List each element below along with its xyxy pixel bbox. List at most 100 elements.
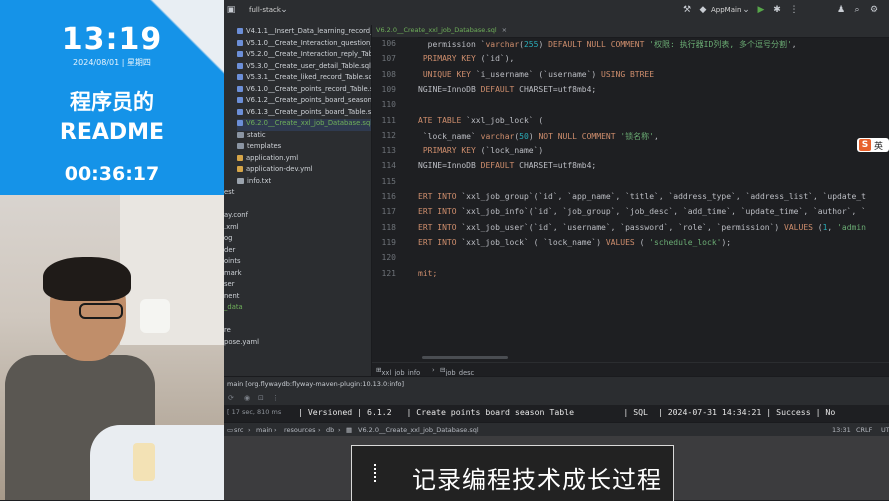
- code-line[interactable]: mit;: [418, 269, 437, 278]
- user-icon[interactable]: ♟: [836, 5, 846, 15]
- status-path-item[interactable]: src: [234, 426, 244, 434]
- tree-item[interactable]: pose.yaml: [224, 338, 371, 350]
- build-hammer-icon[interactable]: ⚒: [682, 5, 692, 15]
- tree-item[interactable]: est: [224, 188, 371, 200]
- code-line[interactable]: ERT INTO `xxl_job_user`(`id`, `username`…: [418, 223, 866, 232]
- line-number: 114: [381, 161, 396, 171]
- project-icon[interactable]: ▣: [226, 5, 236, 15]
- tree-item[interactable]: application.yml: [237, 154, 371, 166]
- sql-file-icon: [237, 62, 243, 69]
- console-output[interactable]: [ 17 sec, 810 ms | Versioned | 6.1.2 | C…: [224, 405, 889, 419]
- code-token: );: [721, 237, 732, 247]
- tree-item[interactable]: .xml: [224, 223, 371, 235]
- code-line[interactable]: UNIQUE KEY `i_username` (`username`) USI…: [418, 70, 654, 79]
- line-number: 117: [381, 207, 396, 217]
- breadcrumb-item[interactable]: ⊟ job_desc: [440, 366, 474, 377]
- code-line[interactable]: `lock_name` varchar(50) NOT NULL COMMENT…: [418, 131, 659, 142]
- code-line[interactable]: PRIMARY KEY (`id`),: [418, 54, 515, 63]
- line-ending[interactable]: CRLF: [856, 426, 872, 434]
- tree-item[interactable]: V5.3.0__Create_user_detail_Table.sql: [237, 62, 371, 74]
- code-token: CHARSET=utf8mb4;: [514, 161, 597, 171]
- overlay-title-line2: README: [59, 120, 165, 145]
- caption-marker: [374, 464, 378, 482]
- code-line[interactable]: ERT INTO `xxl_job_info`(`id`, `job_group…: [418, 207, 866, 216]
- code-token: `xxl_job_lock` ( `lock_name`): [456, 237, 606, 247]
- tree-item[interactable]: templates: [237, 142, 371, 154]
- code-token: ): [528, 131, 539, 141]
- tree-item[interactable]: oints: [224, 257, 371, 269]
- file-encoding[interactable]: UTF: [881, 426, 889, 434]
- code-line[interactable]: NGINE=InnoDB DEFAULT CHARSET=utf8mb4;: [418, 161, 596, 170]
- code-line[interactable]: ERT INTO `xxl_job_group`(`id`, `app_name…: [418, 192, 866, 201]
- tree-item[interactable]: static: [237, 131, 371, 143]
- breadcrumb-item[interactable]: ⊞ xxl_job_info: [376, 366, 420, 377]
- tree-item[interactable]: mark: [224, 269, 371, 281]
- status-path-item[interactable]: main: [256, 426, 272, 434]
- overlay-clock: 13:19: [61, 22, 163, 57]
- run-config-selector[interactable]: AppMain: [711, 6, 741, 14]
- tree-item[interactable]: V5.3.1__Create_liked_record_Table.sql: [237, 73, 371, 85]
- ime-indicator[interactable]: S 英: [857, 138, 889, 152]
- status-path-item[interactable]: db: [326, 426, 334, 434]
- search-icon[interactable]: ⌕: [852, 5, 862, 15]
- line-number: 113: [381, 146, 396, 156]
- tree-item[interactable]: V5.1.0__Create_Interaction_question_T: [237, 39, 371, 51]
- tree-item[interactable]: _data: [224, 303, 371, 315]
- tree-item[interactable]: application-dev.yml: [237, 165, 371, 177]
- run-tab[interactable]: main [org.flywaydb:flyway-maven-plugin:1…: [227, 380, 404, 388]
- breadcrumb-separator: ›: [248, 426, 251, 434]
- status-bar: ▭ src › main › resources › db › ▦ V6.2.0…: [224, 422, 889, 437]
- tree-item[interactable]: og: [224, 234, 371, 246]
- code-line[interactable]: PRIMARY KEY (`lock_name`): [418, 146, 543, 155]
- code-token: ,: [791, 40, 797, 49]
- more-icon[interactable]: ⋮: [789, 5, 799, 15]
- editor-tab-active[interactable]: V6.2.0__Create_xxl_job_Database.sql ×: [376, 26, 507, 36]
- panel-toggle-icon[interactable]: ▭: [227, 426, 233, 434]
- tree-item[interactable]: info.txt: [237, 177, 371, 189]
- code-token: DEFAULT: [480, 84, 515, 94]
- code-line[interactable]: NGINE=InnoDB DEFAULT CHARSET=utf8mb4;: [418, 85, 596, 94]
- subtitle-caption-box: 记录编程技术成长过程: [351, 445, 674, 501]
- settings-gear-icon[interactable]: ⚙: [869, 5, 879, 15]
- more-icon[interactable]: ⋮: [272, 394, 279, 402]
- horizontal-scrollbar[interactable]: [422, 356, 508, 359]
- run-icon[interactable]: ▶: [756, 5, 766, 15]
- webcam-feed: [0, 195, 224, 500]
- tree-item[interactable]: re: [224, 326, 371, 338]
- code-editor[interactable]: V6.2.0__Create_xxl_job_Database.sql × 106…: [372, 25, 889, 376]
- tree-item[interactable]: V6.1.2__Create_points_board_season_: [237, 96, 371, 108]
- debug-icon[interactable]: ✱: [772, 5, 782, 15]
- filter-icon[interactable]: ⊡: [258, 394, 264, 402]
- code-line[interactable]: ATE TABLE `xxl_job_lock` (: [418, 116, 543, 125]
- code-token: NGINE=InnoDB: [418, 84, 481, 94]
- tree-item[interactable]: V5.2.0__Create_Interaction_reply_Table: [237, 50, 371, 62]
- tree-item[interactable]: V6.1.0__Create_points_record_Table.sq: [237, 85, 371, 97]
- code-area[interactable]: permission `varchar(255) DEFAULT NULL CO…: [418, 37, 889, 376]
- tree-item[interactable]: nent: [224, 292, 371, 304]
- code-line[interactable]: permission `varchar(255) DEFAULT NULL CO…: [418, 39, 797, 50]
- code-line[interactable]: ERT INTO `xxl_job_lock` ( `lock_name`) V…: [418, 238, 731, 247]
- tree-item[interactable]: ser: [224, 280, 371, 292]
- code-token: NGINE=InnoDB: [418, 161, 481, 171]
- tree-item[interactable]: V4.1.1__Insert_Data_learning_record_Ta: [237, 27, 371, 39]
- status-path-item[interactable]: V6.2.0__Create_xxl_job_Database.sql: [358, 426, 479, 434]
- stop-icon[interactable]: ◉: [244, 394, 250, 402]
- tree-item[interactable]: ay.conf: [224, 211, 371, 223]
- tree-item[interactable]: [224, 200, 371, 212]
- code-token: ERT INTO: [418, 192, 457, 201]
- code-token: ERT INTO: [418, 222, 457, 232]
- project-switcher[interactable]: full-stack: [249, 6, 281, 14]
- code-token: UNIQUE KEY: [422, 69, 471, 79]
- tree-item[interactable]: der: [224, 246, 371, 258]
- sql-file-icon: [237, 120, 243, 126]
- status-path-item[interactable]: resources: [284, 426, 316, 434]
- tree-item[interactable]: [224, 315, 371, 327]
- breadcrumb: ⊞ xxl_job_info › ⊟ job_desc: [372, 362, 889, 377]
- code-token: VALUES: [605, 237, 635, 247]
- tree-item[interactable]: V6.2.0__Create_xxl_job_Database.sql: [237, 119, 371, 131]
- tree-item[interactable]: V6.1.3__Create_points_board_Table.sq: [237, 108, 371, 120]
- rerun-icon[interactable]: ⟳: [228, 394, 234, 402]
- cursor-position[interactable]: 13:31: [832, 426, 851, 434]
- close-icon[interactable]: ×: [502, 26, 507, 34]
- tree-item-label: V5.3.1__Create_liked_record_Table.sql: [246, 73, 372, 81]
